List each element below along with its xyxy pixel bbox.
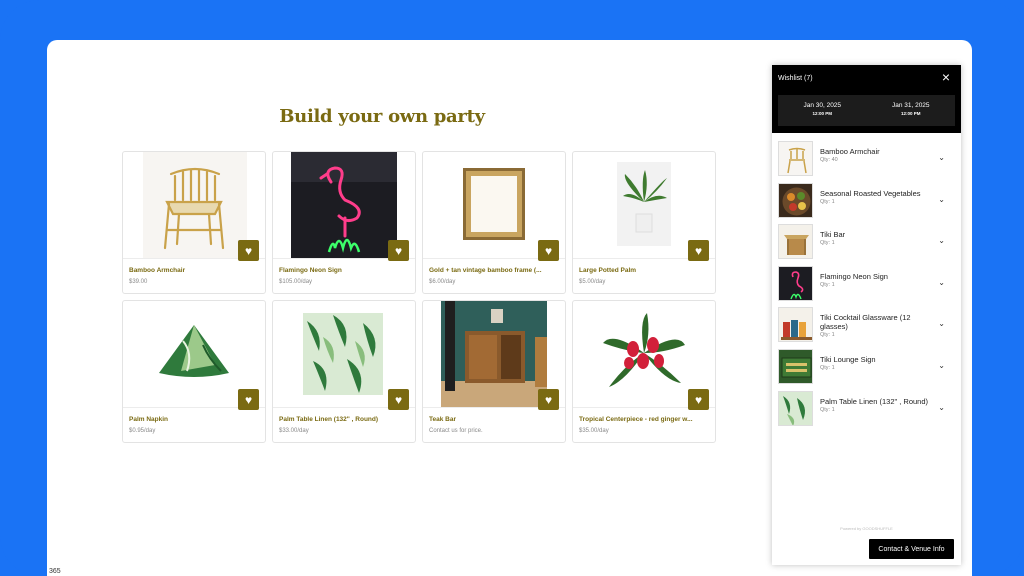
wishlist-panel: Wishlist (7) × Jan 30, 2025 12:00 PM Jan… xyxy=(772,65,961,565)
product-name[interactable]: Tropical Centerpiece - red ginger w... xyxy=(579,416,709,423)
item-thumbnail xyxy=(778,265,813,301)
heart-icon: ♥ xyxy=(244,392,253,407)
wishlist-item[interactable]: Bamboo Armchair Qty: 40 ⌄ xyxy=(778,139,955,181)
wishlist-items: Bamboo Armchair Qty: 40 ⌄ Seasonal Roaste… xyxy=(778,139,955,430)
chevron-down-icon[interactable]: ⌄ xyxy=(938,278,945,287)
wishlist-heart-button[interactable]: ♥ xyxy=(538,389,559,410)
contact-venue-button[interactable]: Contact & Venue Info xyxy=(869,539,954,559)
wishlist-item[interactable]: Flamingo Neon Sign Qty: 1 ⌄ xyxy=(778,264,955,306)
item-thumbnail xyxy=(778,224,813,260)
wishlist-item[interactable]: Tiki Lounge Sign Qty: 1 ⌄ xyxy=(778,347,955,389)
item-name: Flamingo Neon Sign xyxy=(820,271,888,281)
wishlist-title: Wishlist (7) xyxy=(778,75,813,82)
product-card[interactable]: ♥ Tropical Centerpiece - red ginger w...… xyxy=(572,300,716,443)
item-name: Tiki Cocktail Glassware (12 glasses) xyxy=(820,313,911,332)
date-range[interactable]: Jan 30, 2025 12:00 PM Jan 31, 2025 12:00… xyxy=(778,95,955,126)
product-name[interactable]: Palm Napkin xyxy=(129,416,259,423)
product-price: $5.00/day xyxy=(579,279,606,285)
product-name[interactable]: Gold + tan vintage bamboo frame (... xyxy=(429,267,559,274)
heart-icon: ♥ xyxy=(694,392,703,407)
end-date[interactable]: Jan 31, 2025 12:00 PM xyxy=(867,95,956,126)
product-name[interactable]: Large Potted Palm xyxy=(579,267,709,274)
product-card[interactable]: ♥ Teak Bar Contact us for price. xyxy=(422,300,566,443)
product-card[interactable]: ♥ Large Potted Palm $5.00/day xyxy=(572,151,716,294)
close-icon[interactable]: × xyxy=(942,70,950,84)
wishlist-heart-button[interactable]: ♥ xyxy=(538,240,559,261)
item-name: Bamboo Armchair xyxy=(820,147,880,156)
item-qty: Qty: 1 xyxy=(820,281,835,288)
item-qty: Qty: 1 xyxy=(820,240,835,247)
product-card[interactable]: ♥ Palm Napkin $0.95/day xyxy=(122,300,266,443)
product-card[interactable]: ♥ Palm Table Linen (132" , Round) $33.00… xyxy=(272,300,416,443)
item-qty: Qty: 1 xyxy=(820,332,835,339)
heart-icon: ♥ xyxy=(544,392,553,407)
item-qty: Qty: 1 xyxy=(820,364,835,371)
wishlist-header: Wishlist (7) × Jan 30, 2025 12:00 PM Jan… xyxy=(772,65,961,133)
heart-icon: ♥ xyxy=(244,243,253,258)
wishlist-item[interactable]: Palm Table Linen (132" , Round) Qty: 1 ⌄ xyxy=(778,389,955,431)
product-name[interactable]: Palm Table Linen (132" , Round) xyxy=(279,416,409,423)
item-name: Tiki Bar xyxy=(820,230,846,240)
chevron-down-icon[interactable]: ⌄ xyxy=(938,236,945,245)
chevron-down-icon[interactable]: ⌄ xyxy=(938,319,945,328)
item-qty: Qty: 40 xyxy=(820,157,838,163)
chevron-down-icon[interactable]: ⌄ xyxy=(938,361,945,370)
product-price: $33.00/day xyxy=(279,428,309,434)
wishlist-heart-button[interactable]: ♥ xyxy=(388,389,409,410)
start-date-label: Jan 30, 2025 xyxy=(803,102,842,109)
powered-by: Powered by GOODSHUFFLE xyxy=(840,526,893,531)
item-name: Palm Table Linen (132" , Round) xyxy=(820,396,929,406)
chevron-down-icon[interactable]: ⌄ xyxy=(938,195,945,204)
wishlist-heart-button[interactable]: ♥ xyxy=(238,389,259,410)
end-date-label: Jan 31, 2025 xyxy=(891,102,930,109)
item-thumbnail xyxy=(778,182,813,218)
wishlist-item[interactable]: Tiki Cocktail Glassware (12 glasses) Qty:… xyxy=(778,305,955,347)
product-name[interactable]: Bamboo Armchair xyxy=(129,267,259,274)
item-thumbnail xyxy=(778,141,813,176)
product-price: $35.00/day xyxy=(579,428,609,434)
item-thumbnail xyxy=(778,307,813,343)
page-title: Build your own party xyxy=(279,106,485,127)
item-qty: Qty: 1 xyxy=(820,198,835,205)
item-thumbnail xyxy=(778,390,813,426)
end-time-label: 12:00 PM xyxy=(900,111,921,116)
wishlist-item[interactable]: Tiki Bar Qty: 1 ⌄ xyxy=(778,222,955,264)
item-thumbnail xyxy=(778,348,813,384)
wishlist-heart-button[interactable]: ♥ xyxy=(688,240,709,261)
product-price: $105.00/day xyxy=(279,279,313,285)
corner-label: 365 xyxy=(49,568,61,575)
product-grid: ♥ Bamboo Armchair $39.00 ♥ Flamingo Neon… xyxy=(122,151,716,443)
product-price: $0.95/day xyxy=(129,428,156,434)
start-time-label: 12:00 PM xyxy=(812,111,832,116)
product-price: $39.00 xyxy=(129,279,148,285)
heart-icon: ♥ xyxy=(394,392,403,407)
product-price: Contact us for price. xyxy=(429,428,483,434)
screen-frame: Build your own party ♥ Bamboo Armchair $… xyxy=(0,0,1024,576)
heart-icon: ♥ xyxy=(394,243,403,258)
item-name: Seasonal Roasted Vegetables xyxy=(820,188,921,198)
chevron-down-icon[interactable]: ⌄ xyxy=(938,403,945,412)
product-card[interactable]: ♥ Gold + tan vintage bamboo frame (... $… xyxy=(422,151,566,294)
wishlist-heart-button[interactable]: ♥ xyxy=(238,240,259,261)
wishlist-item[interactable]: Seasonal Roasted Vegetables Qty: 1 ⌄ xyxy=(778,181,955,223)
product-card[interactable]: ♥ Flamingo Neon Sign $105.00/day xyxy=(272,151,416,294)
product-name[interactable]: Teak Bar xyxy=(429,416,559,423)
start-date[interactable]: Jan 30, 2025 12:00 PM xyxy=(778,95,867,126)
wishlist-heart-button[interactable]: ♥ xyxy=(688,389,709,410)
product-name[interactable]: Flamingo Neon Sign xyxy=(279,267,409,274)
wishlist-heart-button[interactable]: ♥ xyxy=(388,240,409,261)
heart-icon: ♥ xyxy=(694,243,703,258)
item-name: Tiki Lounge Sign xyxy=(820,354,876,364)
product-card[interactable]: ♥ Bamboo Armchair $39.00 xyxy=(122,151,266,294)
product-price: $6.00/day xyxy=(429,279,456,285)
chevron-down-icon[interactable]: ⌄ xyxy=(938,153,945,162)
heart-icon: ♥ xyxy=(544,243,553,258)
item-qty: Qty: 1 xyxy=(820,406,835,413)
